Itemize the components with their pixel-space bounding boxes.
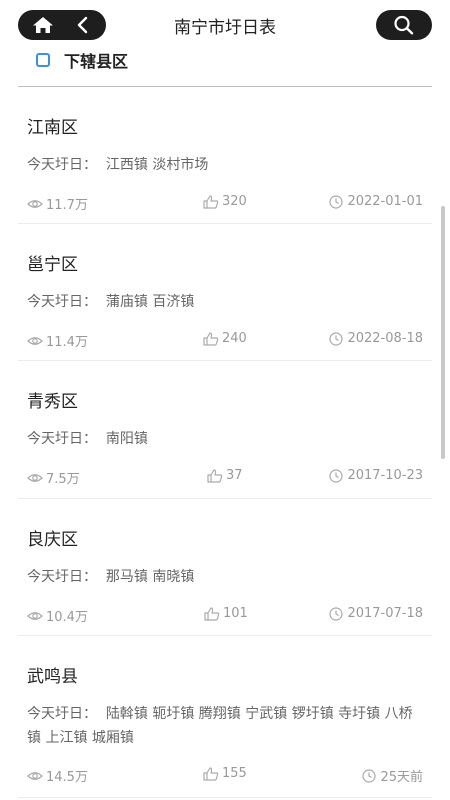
list-item[interactable]: 邕宁区 今天圩日： 蒲庙镇 百济镇 11.4万 240 2022-08-18 (18, 224, 432, 361)
eye-icon (27, 336, 43, 345)
clock-icon (329, 331, 344, 346)
section-marker-icon (36, 53, 50, 67)
meta-row: 11.7万 320 2022-01-01 (27, 194, 423, 213)
meta-row: 10.4万 101 2017-07-18 (27, 606, 423, 625)
district-name: 青秀区 (27, 392, 78, 412)
thumbs-up-icon (207, 468, 223, 483)
list-item[interactable]: 江南区 今天圩日： 江西镇 淡村市场 11.7万 320 2022-01-01 (18, 87, 432, 224)
meta-row: 14.5万 155 25天前 (27, 766, 423, 785)
thumbs-up-icon (203, 194, 219, 209)
list-item[interactable]: 武鸣县 今天圩日： 陆斡镇 轭圩镇 腾翔镇 宁武镇 锣圩镇 寺圩镇 八桥镇 上江… (18, 636, 432, 798)
like-count[interactable]: 320 (203, 194, 247, 209)
section-header: 下辖县区 (36, 48, 128, 72)
market-label: 今天圩日： (27, 431, 97, 447)
market-label: 今天圩日： (27, 569, 97, 585)
district-list: 江南区 今天圩日： 江西镇 淡村市场 11.7万 320 2022-01-01 … (18, 87, 432, 798)
clock-icon (362, 768, 377, 783)
section-title: 下辖县区 (64, 52, 129, 71)
market-label: 今天圩日： (27, 157, 97, 173)
scrollbar[interactable] (441, 206, 445, 459)
market-label: 今天圩日： (27, 294, 97, 310)
market-towns: 南阳镇 (105, 431, 148, 447)
like-count[interactable]: 101 (204, 606, 248, 621)
market-towns: 蒲庙镇 百济镇 (105, 294, 195, 310)
market-days: 今天圩日： 蒲庙镇 百济镇 (27, 290, 422, 314)
view-count: 7.5万 (27, 468, 80, 487)
timestamp: 2017-07-18 (328, 606, 423, 621)
clock-icon (329, 194, 344, 209)
district-name: 邕宁区 (27, 255, 78, 275)
market-towns: 那马镇 南晓镇 (105, 569, 195, 585)
thumbs-up-icon (203, 766, 219, 781)
like-count[interactable]: 155 (203, 766, 247, 781)
market-label: 今天圩日： (27, 706, 97, 722)
district-name: 良庆区 (27, 530, 78, 550)
meta-row: 11.4万 240 2022-08-18 (27, 331, 423, 350)
top-bar: 南宁市圩日表 (0, 0, 450, 48)
timestamp: 2022-01-01 (328, 194, 423, 209)
market-days: 今天圩日： 南阳镇 (27, 427, 422, 451)
list-item[interactable]: 青秀区 今天圩日： 南阳镇 7.5万 37 2017-10-23 (18, 361, 432, 499)
meta-row: 7.5万 37 2017-10-23 (27, 468, 423, 487)
list-item[interactable]: 良庆区 今天圩日： 那马镇 南晓镇 10.4万 101 2017-07-18 (18, 499, 432, 636)
like-count[interactable]: 240 (203, 331, 247, 346)
like-count[interactable]: 37 (207, 468, 243, 483)
clock-icon (329, 606, 344, 621)
thumbs-up-icon (204, 606, 220, 621)
view-count: 11.4万 (27, 331, 88, 350)
market-days: 今天圩日： 陆斡镇 轭圩镇 腾翔镇 宁武镇 锣圩镇 寺圩镇 八桥镇 上江镇 城厢… (27, 702, 422, 750)
eye-icon (27, 199, 43, 208)
thumbs-up-icon (203, 331, 219, 346)
district-name: 江南区 (27, 118, 78, 138)
market-days: 今天圩日： 那马镇 南晓镇 (27, 565, 422, 589)
market-towns: 江西镇 淡村市场 (105, 157, 209, 173)
search-button[interactable] (376, 10, 432, 40)
eye-icon (27, 473, 43, 482)
eye-icon (27, 771, 43, 780)
view-count: 14.5万 (27, 766, 88, 785)
view-count: 10.4万 (27, 606, 88, 625)
market-days: 今天圩日： 江西镇 淡村市场 (27, 153, 422, 177)
view-count: 11.7万 (27, 194, 88, 213)
clock-icon (329, 468, 344, 483)
district-name: 武鸣县 (27, 667, 78, 687)
search-icon (394, 15, 414, 35)
timestamp: 25天前 (361, 766, 423, 785)
timestamp: 2017-10-23 (328, 468, 423, 483)
timestamp: 2022-08-18 (328, 331, 423, 346)
eye-icon (27, 611, 43, 620)
